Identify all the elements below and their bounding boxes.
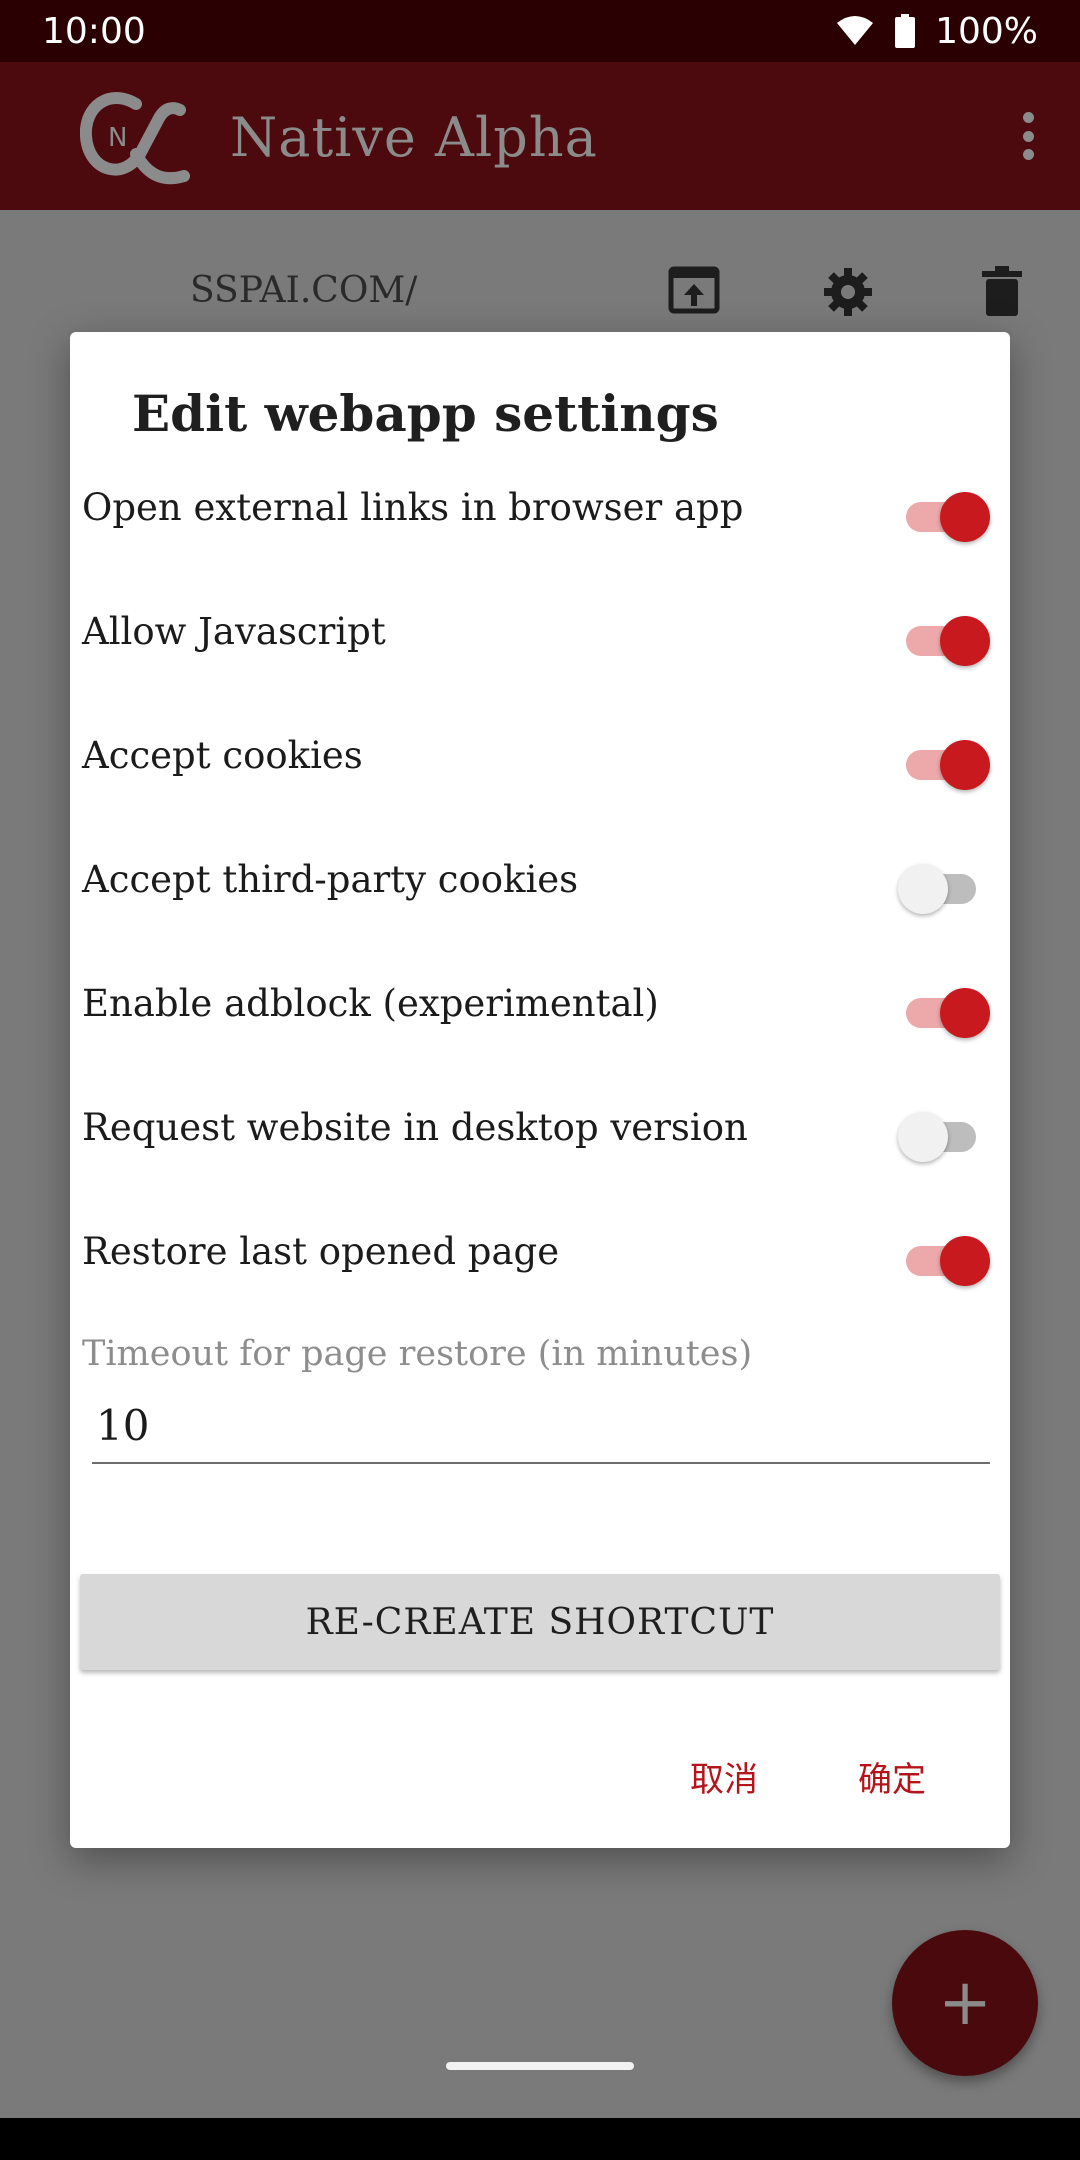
app-bar: N Native Alpha <box>0 62 1080 210</box>
add-webapp-fab[interactable]: + <box>892 1930 1038 2076</box>
setting-row-enable-adblock: Enable adblock (experimental) <box>70 954 1010 1078</box>
battery-icon <box>895 14 916 48</box>
status-bar: 10:00 100% <box>0 0 1080 62</box>
battery-percent: 100% <box>935 10 1038 52</box>
setting-label: Accept cookies <box>82 734 363 777</box>
setting-row-third-party-cookies: Accept third-party cookies <box>70 830 1010 954</box>
wifi-icon <box>835 15 875 47</box>
cancel-button[interactable]: 取消 <box>676 1742 772 1811</box>
setting-label: Open external links in browser app <box>82 486 744 529</box>
delete-trash-icon[interactable] <box>982 266 1022 320</box>
alpha-logo-icon: N <box>79 84 192 188</box>
toggle-third-party-cookies[interactable] <box>898 858 990 918</box>
toggle-restore-last-page[interactable] <box>898 1230 990 1290</box>
overflow-menu-icon[interactable] <box>1018 112 1038 160</box>
setting-row-desktop-version: Request website in desktop version <box>70 1078 1010 1202</box>
setting-label: Accept third-party cookies <box>82 858 579 901</box>
navigation-bar <box>0 2118 1080 2160</box>
confirm-button[interactable]: 确定 <box>844 1742 940 1811</box>
setting-label: Enable adblock (experimental) <box>82 982 659 1025</box>
setting-label: Restore last opened page <box>82 1230 560 1273</box>
plus-icon: + <box>938 1966 992 2040</box>
logo-letter: N <box>108 123 127 153</box>
toggle-allow-javascript[interactable] <box>898 610 990 670</box>
setting-label: Request website in desktop version <box>82 1106 748 1149</box>
edit-settings-dialog: Edit webapp settings Open external links… <box>70 332 1010 1848</box>
toggle-enable-adblock[interactable] <box>898 982 990 1042</box>
setting-row-open-external-links: Open external links in browser app <box>70 458 1010 582</box>
webapp-url[interactable]: SSPAI.COM/ <box>190 270 417 311</box>
toggle-desktop-version[interactable] <box>898 1106 990 1166</box>
webapp-list-item: SSPAI.COM/ <box>0 210 1080 330</box>
toggle-accept-cookies[interactable] <box>898 734 990 794</box>
open-in-app-icon[interactable] <box>668 266 720 318</box>
status-time: 10:00 <box>42 10 146 52</box>
timeout-input[interactable] <box>92 1388 990 1464</box>
home-gesture-handle[interactable] <box>446 2062 634 2070</box>
setting-row-allow-javascript: Allow Javascript <box>70 582 1010 706</box>
setting-row-accept-cookies: Accept cookies <box>70 706 1010 830</box>
setting-row-restore-last-page: Restore last opened page <box>70 1202 1010 1326</box>
status-icons: 100% <box>835 11 1038 52</box>
app-title: Native Alpha <box>230 106 598 169</box>
recreate-shortcut-button[interactable]: RE-CREATE SHORTCUT <box>80 1574 1000 1670</box>
setting-label: Allow Javascript <box>82 610 386 653</box>
settings-gear-icon[interactable] <box>822 266 874 322</box>
dialog-title: Edit webapp settings <box>132 384 719 443</box>
timeout-label: Timeout for page restore (in minutes) <box>82 1334 753 1374</box>
toggle-open-external-links[interactable] <box>898 486 990 546</box>
